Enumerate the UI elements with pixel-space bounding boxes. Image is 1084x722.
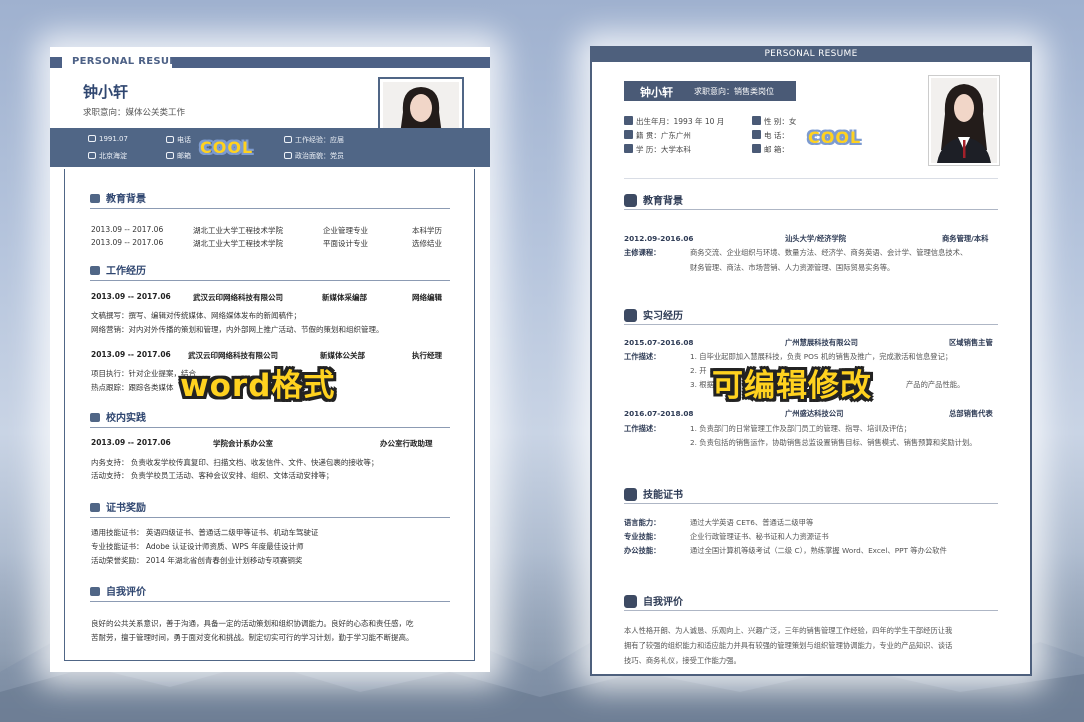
section-skills: 技能证书 bbox=[624, 486, 998, 504]
section-campus: 校内实践 bbox=[90, 409, 450, 428]
section-internship: 实习经历 bbox=[624, 307, 998, 325]
overlay-word-format: word格式 bbox=[180, 368, 336, 404]
resume-banner-title: PERSONAL RESUME bbox=[72, 56, 187, 67]
person-icon bbox=[90, 587, 100, 596]
section-self-evaluation: 自我评价 bbox=[90, 583, 450, 602]
name-box: 钟小轩 求职意向：销售类岗位 bbox=[624, 81, 796, 101]
header-divider bbox=[624, 178, 998, 179]
section-title: 工作经历 bbox=[106, 266, 146, 277]
section-title: 证书奖励 bbox=[106, 503, 146, 514]
person-icon bbox=[624, 595, 637, 608]
gear-icon bbox=[624, 488, 637, 501]
briefcase-icon bbox=[624, 309, 637, 322]
location-icon bbox=[624, 130, 633, 139]
birth-date: 1991.07 bbox=[99, 135, 128, 143]
calendar-icon bbox=[88, 135, 96, 142]
profile-photo bbox=[928, 75, 1000, 166]
overlay-editable: 可编辑修改 bbox=[712, 368, 872, 404]
section-title: 实习经历 bbox=[643, 311, 683, 322]
section-work: 工作经历 bbox=[90, 262, 450, 281]
section-education: 教育背景 bbox=[90, 190, 450, 209]
personal-info-bar: 1991.07 北京海淀 电话 邮箱 工作经验：应届 政治面貌：党员 COOL bbox=[50, 128, 490, 167]
location: 北京海淀 bbox=[99, 152, 127, 160]
chat-icon bbox=[284, 136, 292, 143]
email-icon bbox=[752, 144, 761, 153]
location-icon bbox=[88, 152, 96, 159]
calendar-icon bbox=[624, 116, 633, 125]
section-education: 教育背景 bbox=[624, 192, 998, 210]
graduation-cap-icon bbox=[624, 194, 637, 207]
phone-label: 电话 bbox=[177, 136, 191, 144]
user-icon bbox=[284, 152, 292, 159]
candidate-name: 钟小轩 bbox=[640, 86, 673, 99]
email-label: 邮箱 bbox=[177, 152, 191, 160]
grid-icon bbox=[90, 413, 100, 422]
political-status: 政治面貌：党员 bbox=[295, 152, 344, 160]
section-certificates: 证书奖励 bbox=[90, 499, 450, 518]
section-title: 教育背景 bbox=[643, 196, 683, 207]
certificate-icon bbox=[90, 503, 100, 512]
phone-icon bbox=[166, 136, 174, 143]
education-icon bbox=[624, 144, 633, 153]
section-title: 技能证书 bbox=[643, 490, 683, 501]
cool-sticker: COOL bbox=[808, 128, 862, 147]
section-title: 校内实践 bbox=[106, 413, 146, 424]
email-icon bbox=[166, 152, 174, 159]
section-self-evaluation: 自我评价 bbox=[624, 593, 998, 611]
gender-icon bbox=[752, 116, 761, 125]
candidate-name: 钟小轩 bbox=[83, 83, 129, 101]
work-experience: 工作经验：应届 bbox=[295, 136, 344, 144]
section-title: 自我评价 bbox=[643, 597, 683, 608]
tie-icon bbox=[90, 266, 100, 275]
resume-header-band: PERSONAL RESUME bbox=[50, 56, 490, 68]
section-title: 教育背景 bbox=[106, 194, 146, 205]
job-intention: 求职意向：媒体公关类工作 bbox=[83, 108, 186, 118]
resume-banner-title: PERSONAL RESUME bbox=[590, 46, 1032, 62]
graduation-cap-icon bbox=[90, 194, 100, 203]
job-intention: 求职意向：销售类岗位 bbox=[694, 87, 774, 96]
cool-sticker: COOL bbox=[200, 138, 254, 157]
phone-icon bbox=[752, 130, 761, 139]
section-title: 自我评价 bbox=[106, 587, 146, 598]
